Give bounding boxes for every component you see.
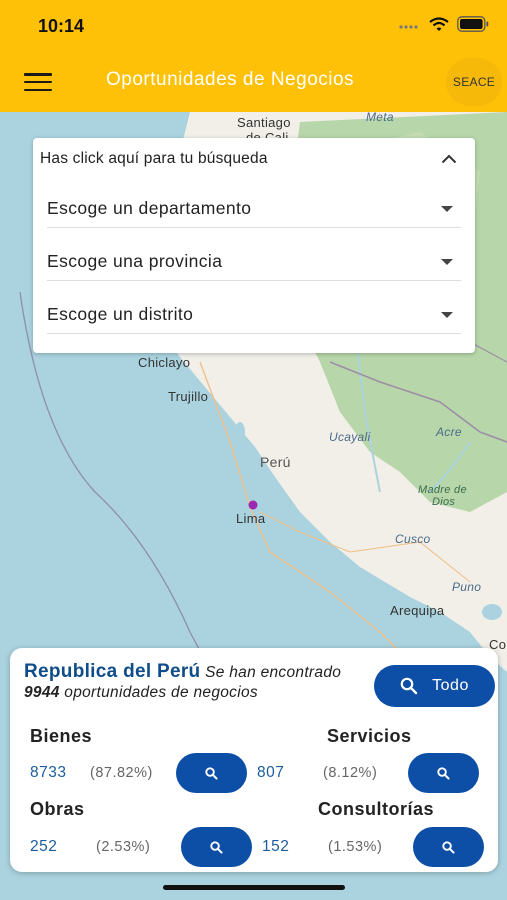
search-icon: [437, 766, 450, 780]
search-icon: [210, 840, 223, 854]
search-all-button[interactable]: Todo: [374, 665, 495, 707]
map-label-santiago: Santiago: [237, 115, 291, 130]
status-bar: 10:14: [0, 0, 507, 52]
dropdown-arrow-icon: [441, 312, 453, 318]
category-consultorias-title: Consultorías: [318, 799, 435, 819]
district-select[interactable]: Escoge un distrito: [47, 298, 461, 334]
battery-icon: [457, 16, 489, 32]
status-time: 10:14: [38, 16, 85, 36]
category-obras-count: 252: [30, 838, 58, 855]
search-all-label: Todo: [432, 677, 469, 694]
search-bienes-button[interactable]: [176, 753, 247, 793]
category-servicios-percent: (8.12%): [323, 765, 378, 781]
category-consultorias-percent: (1.53%): [328, 839, 383, 855]
search-icon: [442, 840, 455, 854]
menu-icon: [24, 73, 52, 76]
seace-button[interactable]: SEACE: [446, 58, 502, 106]
summary-text: Republica del Perú Se han encontrado 994…: [24, 662, 364, 702]
map-label-ucayali: Ucayali: [329, 430, 371, 444]
map-label-lima: Lima: [236, 511, 266, 526]
dropdown-arrow-icon: [441, 259, 453, 265]
search-icon: [205, 766, 218, 780]
wifi-icon: [429, 16, 449, 31]
department-select[interactable]: Escoge un departamento: [47, 192, 461, 228]
category-consultorias-count: 152: [262, 838, 290, 855]
map-label-chiclayo: Chiclayo: [138, 355, 191, 370]
province-select-label: Escoge una provincia: [47, 251, 223, 271]
home-indicator[interactable]: [163, 885, 345, 890]
menu-button[interactable]: [24, 70, 52, 94]
map-label-arequipa: Arequipa: [390, 603, 445, 618]
map-label-peru: Perú: [260, 454, 291, 470]
search-consultorias-button[interactable]: [413, 827, 484, 867]
map-label-puno: Puno: [452, 580, 482, 594]
category-bienes-percent: (87.82%): [90, 765, 153, 781]
category-servicios-title: Servicios: [327, 726, 412, 746]
cellular-signal-icon: [399, 25, 418, 29]
map-label-cusco: Cusco: [395, 532, 431, 546]
dropdown-arrow-icon: [441, 206, 453, 212]
department-select-label: Escoge un departamento: [47, 198, 252, 218]
summary-card: Republica del Perú Se han encontrado 994…: [10, 648, 498, 872]
category-obras-title: Obras: [30, 799, 85, 819]
map-label-trujillo: Trujillo: [168, 389, 209, 404]
category-servicios-count: 807: [257, 764, 285, 781]
lima-marker[interactable]: [248, 500, 258, 510]
app-bar: Oportunidades de Negocios SEACE: [0, 52, 507, 112]
map-label-dios: Dios: [432, 496, 456, 508]
chevron-up-icon[interactable]: [441, 154, 457, 164]
search-panel: Has click aquí para tu búsqueda Escoge u…: [33, 138, 475, 353]
category-bienes-count: 8733: [30, 764, 67, 781]
status-icons: [399, 16, 489, 32]
search-panel-header[interactable]: Has click aquí para tu búsqueda: [40, 150, 268, 168]
category-obras-percent: (2.53%): [96, 839, 151, 855]
district-select-label: Escoge un distrito: [47, 304, 194, 324]
search-obras-button[interactable]: [181, 827, 252, 867]
total-count: 9944: [24, 683, 60, 701]
category-bienes-title: Bienes: [30, 726, 93, 746]
app-title: Oportunidades de Negocios: [106, 69, 355, 90]
country-name: Republica del Perú: [24, 661, 201, 682]
map-label-madre-de: Madre de: [418, 484, 467, 496]
summary-text-after: oportunidades de negocios: [64, 683, 258, 701]
search-icon: [400, 677, 418, 695]
search-servicios-button[interactable]: [408, 753, 479, 793]
map-label-acre: Acre: [436, 425, 462, 439]
summary-text-before: Se han encontrado: [205, 664, 342, 681]
province-select[interactable]: Escoge una provincia: [47, 245, 461, 281]
map-label-meta: Meta: [366, 112, 394, 124]
